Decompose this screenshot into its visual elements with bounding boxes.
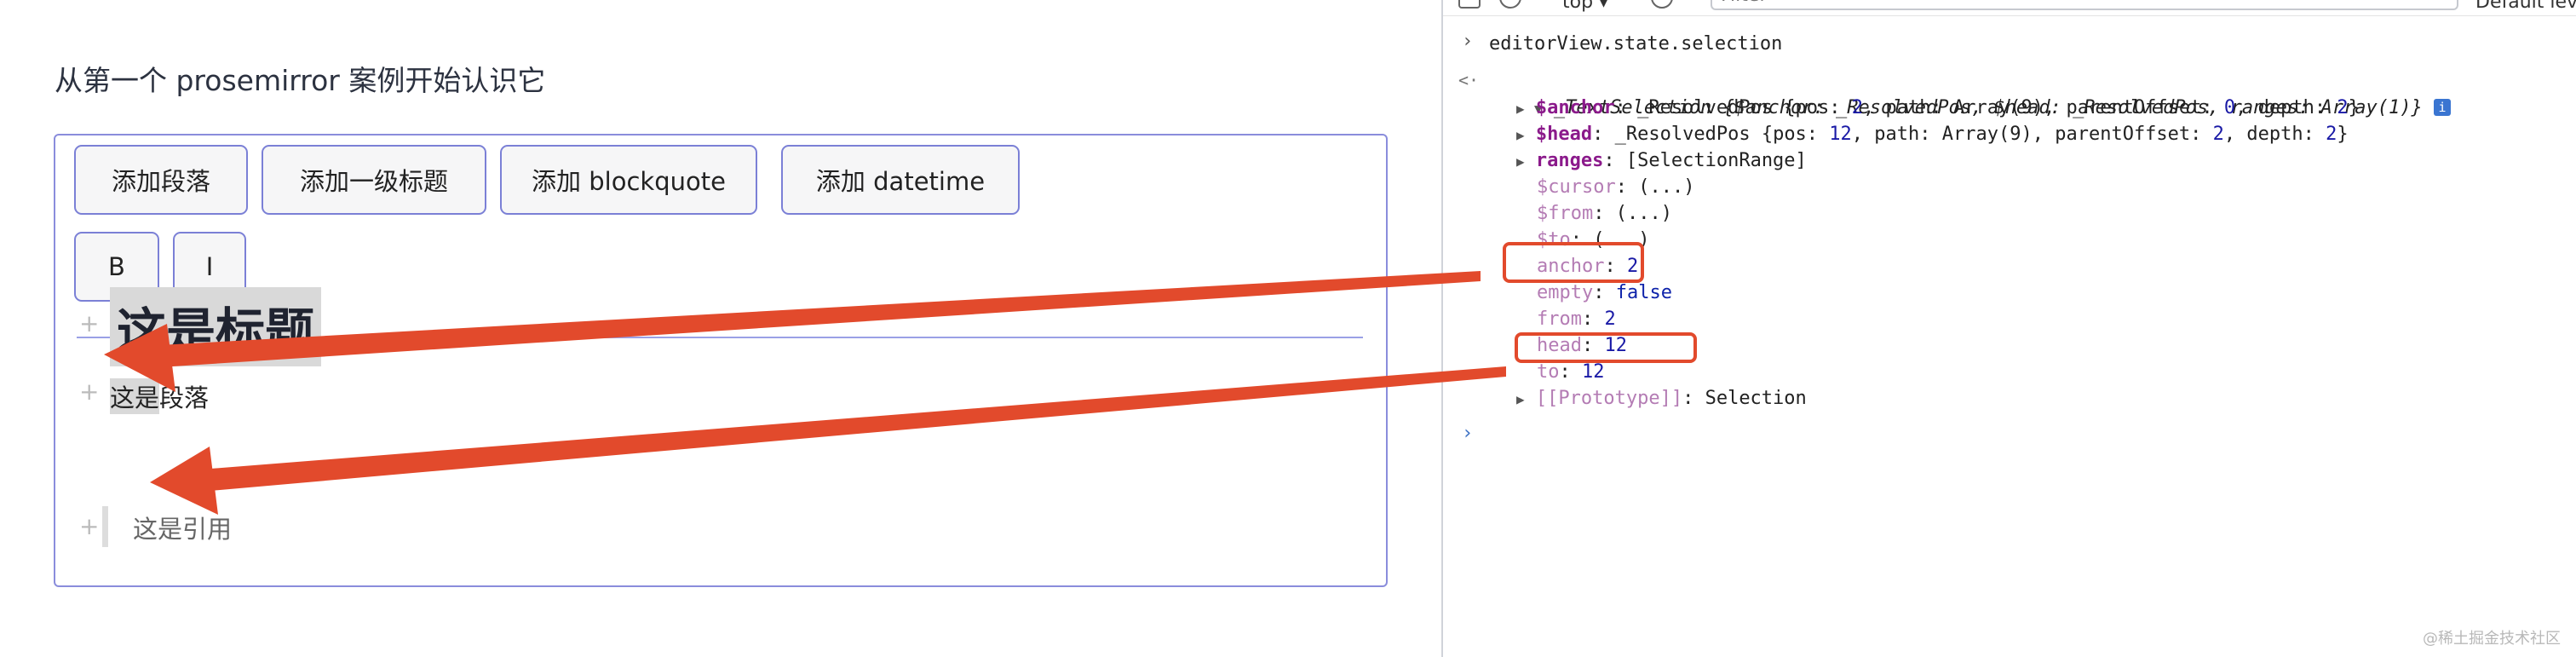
heading-block[interactable]: 这是标题 — [110, 287, 322, 366]
collapsed-triangle-icon[interactable]: ▶ — [1516, 153, 1525, 170]
head-highlight-box — [1515, 332, 1697, 363]
collapsed-triangle-icon[interactable]: ▶ — [1516, 101, 1525, 117]
prop-from-lazy[interactable]: $from: (...) — [1537, 200, 1672, 227]
editor-container: 添加段落 添加一级标题 添加 blockquote 添加 datetime B … — [54, 134, 1388, 587]
context-selector[interactable]: top ▾ — [1562, 0, 1608, 13]
prosemirror-demo-app: 从第一个 prosemirror 案例开始认识它 添加段落 添加一级标题 添加 … — [0, 0, 1441, 657]
page-title: 从第一个 prosemirror 案例开始认识它 — [55, 64, 546, 97]
prop-ranges[interactable]: ▶ ranges: [SelectionRange] — [1516, 147, 1807, 174]
prop-anchor-resolved[interactable]: ▶ $anchor: _ResolvedPos {pos: 2, path: A… — [1516, 95, 2360, 121]
prop-prototype[interactable]: ▶ [[Prototype]]: Selection — [1516, 385, 1807, 412]
devtools-console-panel: top ▾ Default levels › editorView.state.… — [1441, 0, 2576, 657]
blockquote-block[interactable]: 这是引用 — [133, 510, 232, 545]
console-filter-input[interactable] — [1711, 0, 2458, 10]
editor-content[interactable]: + 这是标题 + 这是 段落 + — [55, 135, 1386, 540]
log-levels-selector[interactable]: Default levels — [2475, 0, 2576, 13]
blockquote-bar — [102, 506, 108, 547]
paragraph-selected-text: 这是 — [110, 378, 160, 414]
collapsed-triangle-icon[interactable]: ▶ — [1516, 391, 1525, 407]
prop-cursor[interactable]: $cursor: (...) — [1537, 174, 1694, 200]
prop-empty[interactable]: empty: false — [1537, 280, 1672, 306]
clear-console-icon[interactable] — [1499, 0, 1521, 9]
sidebar-toggle-icon[interactable] — [1458, 0, 1481, 9]
console-command: editorView.state.selection — [1489, 33, 1783, 55]
result-summary[interactable]: ▼ _TextSelection {$anchor: _ResolvedPos,… — [1489, 68, 2452, 118]
paragraph-add-handle[interactable]: + — [79, 377, 99, 406]
toolbar-separator — [1443, 15, 2576, 16]
collapsed-triangle-icon[interactable]: ▶ — [1516, 127, 1525, 143]
blockquote-add-handle[interactable]: + — [79, 512, 99, 540]
prop-head-resolved[interactable]: ▶ $head: _ResolvedPos {pos: 12, path: Ar… — [1516, 121, 2349, 147]
heading-add-handle[interactable]: + — [79, 309, 99, 337]
input-chevron-icon: › — [1462, 31, 1474, 52]
info-badge-icon[interactable]: i — [2434, 99, 2452, 116]
result-return-icon: <· — [1458, 70, 1480, 90]
paragraph-rest-text: 段落 — [159, 383, 210, 412]
console-toolbar: top ▾ Default levels — [1443, 0, 2576, 15]
watermark: @稀土掘金技术社区 — [2423, 630, 2561, 648]
paragraph-block[interactable]: 这是 段落 — [110, 377, 209, 415]
console-input-prompt[interactable]: › — [1462, 423, 1473, 444]
live-expression-eye-icon[interactable] — [1651, 0, 1673, 9]
prop-from[interactable]: from: 2 — [1537, 306, 1616, 332]
anchor-highlight-box — [1503, 242, 1644, 283]
